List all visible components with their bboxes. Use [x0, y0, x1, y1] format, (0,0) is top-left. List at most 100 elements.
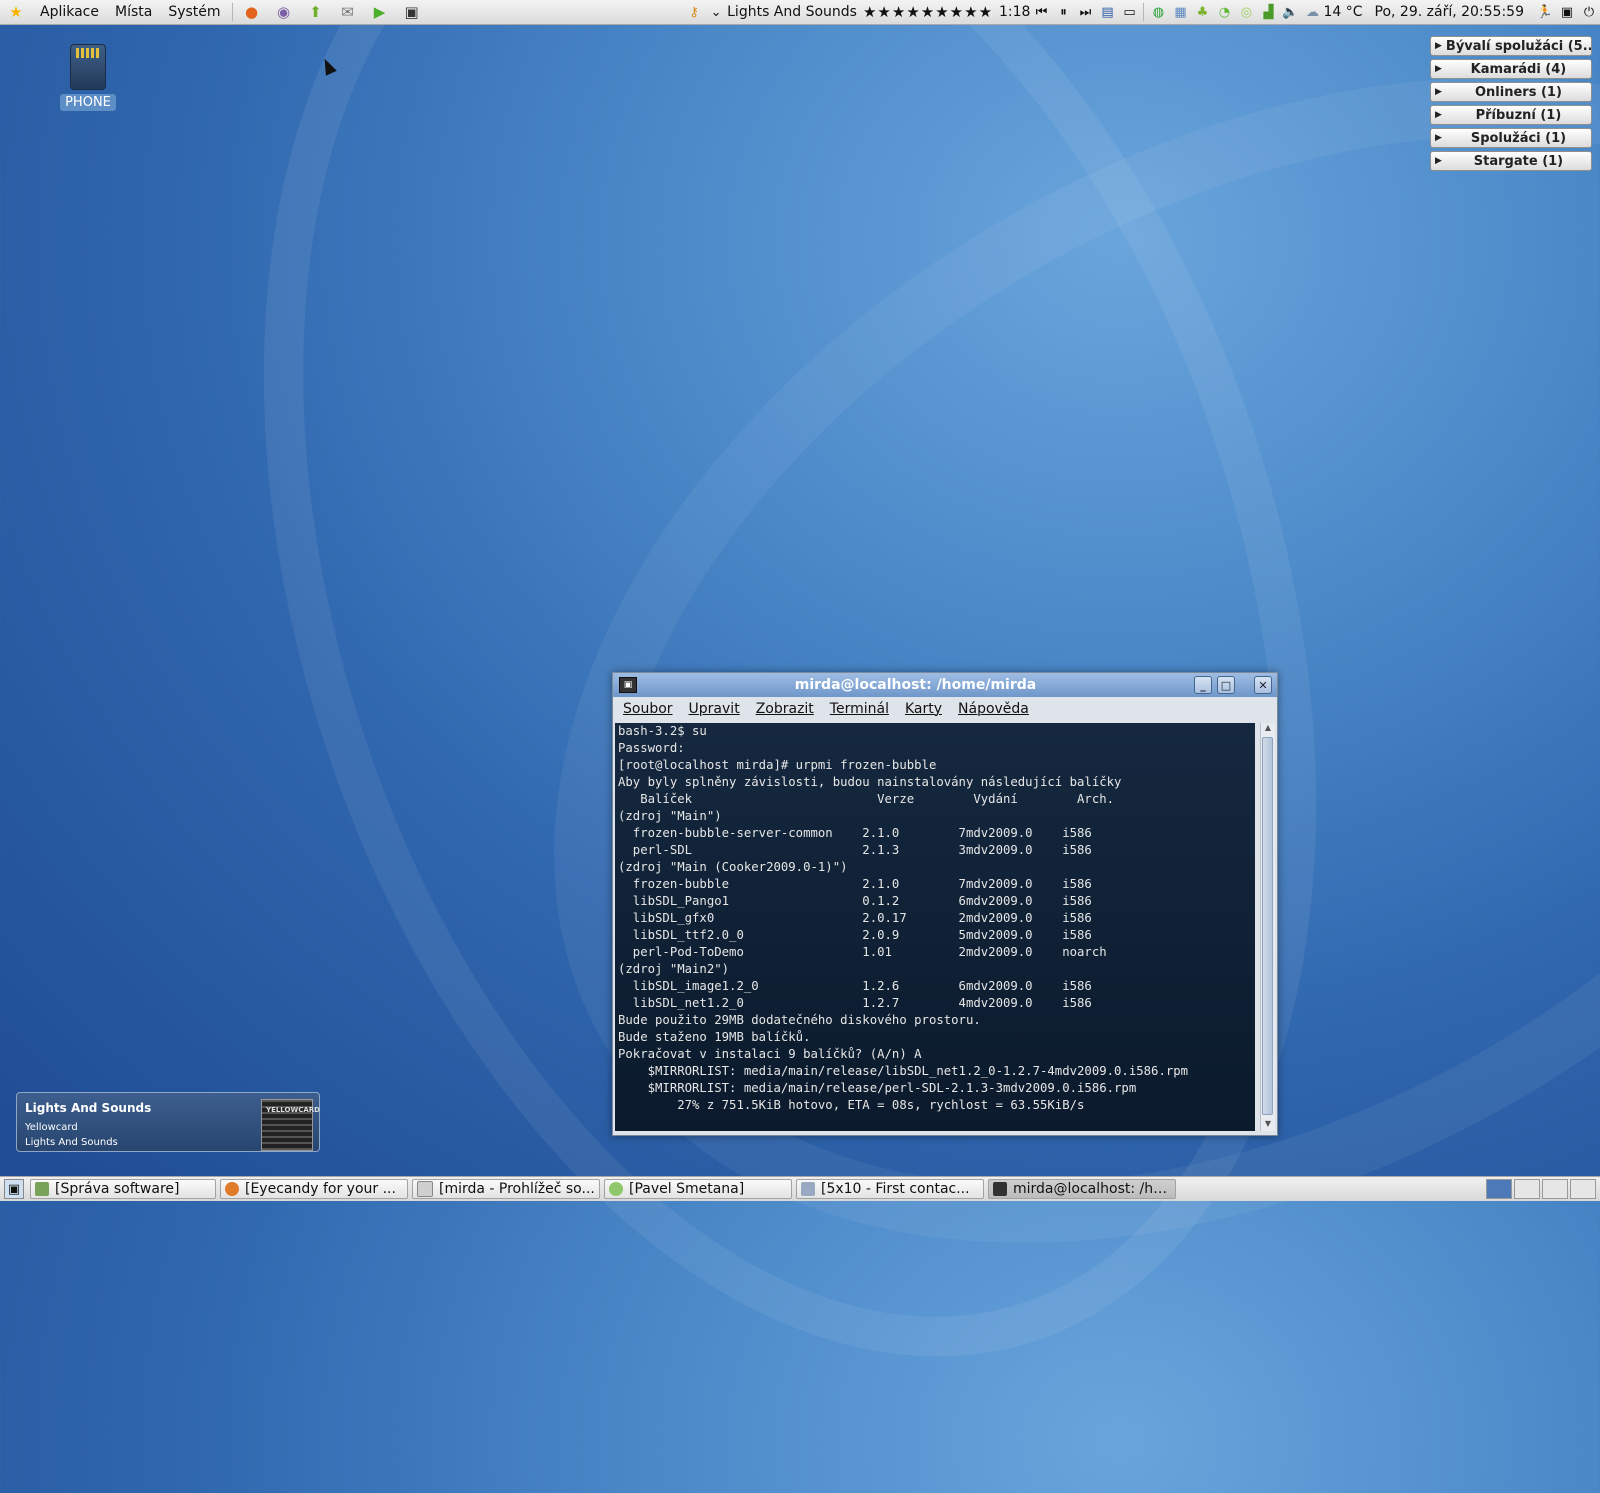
notification-title: Lights And Sounds [25, 1101, 152, 1115]
menu-soubor[interactable]: Soubor [615, 701, 681, 717]
top-panel: ★ Aplikace Místa Systém ● ◉ ⬆ ✉ ▶ ▣ ⚷ ⌄ … [0, 0, 1600, 25]
task-chat[interactable]: [Pavel Smetana] [604, 1179, 792, 1199]
terminal-line: $MIRRORLIST: media/main/release/libSDL_n… [618, 1064, 1189, 1078]
group-onliners[interactable]: ▶ Onliners (1) [1430, 82, 1592, 102]
menu-karty[interactable]: Karty [897, 701, 950, 717]
chat-icon [609, 1182, 623, 1196]
group-kamaradi[interactable]: ▶ Kamarádi (4) [1430, 59, 1592, 79]
file-manager-icon [417, 1181, 433, 1197]
terminal-line: (zdroj "Main (Cooker2009.0-1)") [618, 860, 848, 874]
task-terminal[interactable]: mirda@localhost: /ho... [988, 1179, 1176, 1199]
chat-status-icon[interactable]: ◔ [1215, 3, 1233, 21]
notification-album: Lights And Sounds [25, 1137, 118, 1148]
expander-icon: ▶ [1435, 64, 1442, 74]
status-icon[interactable]: ◎ [1237, 3, 1255, 21]
media-play-icon[interactable]: ▶ [369, 2, 391, 22]
window-icon[interactable]: ▭ [1120, 3, 1138, 21]
group-pribuzni[interactable]: ▶ Příbuzní (1) [1430, 105, 1592, 125]
desktop-icon-phone[interactable]: PHONE [58, 44, 118, 111]
show-desktop-icon[interactable]: ▣ [4, 1179, 24, 1199]
notes-icon[interactable]: ▤ [1098, 3, 1116, 21]
expander-icon: ▶ [1435, 41, 1442, 51]
menu-upravit[interactable]: Upravit [681, 701, 748, 717]
terminal-icon[interactable]: ▣ [401, 2, 423, 22]
rating-stars[interactable]: ★★★★★★★★★ [863, 3, 993, 21]
task-eyecandy[interactable]: [Eyecandy for your ... [220, 1179, 408, 1199]
scrollbar-thumb[interactable] [1262, 737, 1273, 1115]
menu-aplikace[interactable]: Aplikace [32, 4, 107, 20]
terminal-line: [root@localhost mirda]# urpmi frozen-bub… [618, 758, 937, 772]
terminal-line: (zdroj "Main2") [618, 962, 730, 976]
desktop-icon-label: PHONE [60, 94, 116, 111]
terminal-line: perl-Pod-ToDemo 1.01 2mdv2009.0 noarch [618, 945, 1107, 959]
group-stargate[interactable]: ▶ Stargate (1) [1430, 151, 1592, 171]
menu-napoveda[interactable]: Nápověda [950, 701, 1037, 717]
clock[interactable]: Po, 29. září, 20:55:59 [1375, 4, 1524, 20]
chevron-down-icon[interactable]: ⌄ [707, 3, 725, 21]
menu-terminal[interactable]: Terminál [822, 701, 897, 717]
terminal-line: bash-3.2$ su [618, 724, 707, 738]
task-sprava-software[interactable]: [Správa software] [30, 1179, 216, 1199]
signal-icon[interactable]: ▟ [1259, 3, 1277, 21]
firefox-icon [225, 1182, 239, 1196]
terminal-line: Balíček Verze Vydání Arch. [618, 792, 1115, 806]
updates-tray-icon[interactable]: ♣ [1193, 3, 1211, 21]
now-playing-notification[interactable]: Lights And Sounds Yellowcard Lights And … [16, 1092, 320, 1152]
task-video[interactable]: [5x10 - First contac... [796, 1179, 984, 1199]
network-globe-icon[interactable]: ◍ [1149, 3, 1167, 21]
pidgin-icon[interactable]: ◉ [273, 2, 295, 22]
main-menu-star-icon[interactable]: ★ [5, 2, 27, 22]
workspace-4[interactable] [1570, 1179, 1596, 1199]
screen-icon[interactable]: ▦ [1171, 3, 1189, 21]
menu-mista[interactable]: Místa [107, 4, 160, 20]
terminal-line: libSDL_net1.2_0 1.2.7 4mdv2009.0 i586 [618, 996, 1092, 1010]
minimize-button[interactable]: _ [1194, 676, 1212, 694]
player-key-icon[interactable]: ⚷ [685, 3, 703, 21]
album-cover-text: YELLOWCARD [266, 1106, 320, 1114]
terminal-line: Bude použito 29MB dodatečného diskového … [618, 1013, 981, 1027]
terminal-titlebar[interactable]: ▣ mirda@localhost: /home/mirda _ □ ✕ [613, 673, 1277, 697]
menu-system[interactable]: Systém [160, 4, 228, 20]
group-spoluzaci[interactable]: ▶ Spolužáci (1) [1430, 128, 1592, 148]
sd-card-icon [70, 44, 106, 90]
next-track-icon[interactable]: ⏭ [1076, 3, 1094, 21]
terminal-line: (zdroj "Main") [618, 809, 722, 823]
panel-separator [231, 3, 233, 21]
task-file-browser[interactable]: [mirda - Prohlížeč so... [412, 1179, 600, 1199]
terminal-line: frozen-bubble 2.1.0 7mdv2009.0 i586 [618, 877, 1092, 891]
scroll-up-icon[interactable]: ▲ [1261, 723, 1275, 735]
weather-cloud-icon: ☁ [1305, 4, 1319, 20]
terminal-app-icon[interactable]: ▣ [619, 677, 637, 693]
terminal-menubar: Soubor Upravit Zobrazit Terminál Karty N… [613, 697, 1277, 721]
expander-icon: ▶ [1435, 133, 1442, 143]
update-icon[interactable]: ⬆ [305, 2, 327, 22]
mail-icon[interactable]: ✉ [337, 2, 359, 22]
workspace-1[interactable] [1486, 1179, 1512, 1199]
scroll-down-icon[interactable]: ▼ [1261, 1119, 1275, 1131]
workspace-2[interactable] [1514, 1179, 1540, 1199]
contact-groups: ▶ Bývalí spolužáci (5... ▶ Kamarádi (4) ▶ O… [1430, 36, 1592, 174]
terminal-output[interactable]: bash-3.2$ su Password: [root@localhost m… [615, 723, 1255, 1131]
power-icon[interactable]: ⏻ [1580, 3, 1598, 21]
maximize-button[interactable]: □ [1217, 676, 1235, 694]
terminal-line: libSDL_ttf2.0_0 2.0.9 5mdv2009.0 i586 [618, 928, 1092, 942]
previous-track-icon[interactable]: ⏮ [1032, 3, 1050, 21]
terminal-line: Pokračovat v instalaci 9 balíčků? (A/n) … [618, 1047, 922, 1061]
terminal-line: Password: [618, 741, 685, 755]
group-byvali-spoluzaci[interactable]: ▶ Bývalí spolužáci (5... [1430, 36, 1592, 56]
lock-screen-icon[interactable]: ▣ [1558, 3, 1576, 21]
menu-zobrazit[interactable]: Zobrazit [748, 701, 822, 717]
run-icon[interactable]: 🏃 [1536, 3, 1554, 21]
volume-icon[interactable]: 🔈 [1281, 3, 1299, 21]
workspace-3[interactable] [1542, 1179, 1568, 1199]
panel-separator [1143, 3, 1145, 21]
weather-temperature[interactable]: 14 °C [1323, 4, 1362, 20]
terminal-line: libSDL_image1.2_0 1.2.6 6mdv2009.0 i586 [618, 979, 1092, 993]
terminal-line: perl-SDL 2.1.3 3mdv2009.0 i586 [618, 843, 1092, 857]
album-cover: YELLOWCARD [261, 1099, 320, 1151]
video-player-icon [801, 1182, 815, 1196]
terminal-scrollbar[interactable]: ▲ ▼ [1260, 723, 1275, 1131]
firefox-icon[interactable]: ● [241, 2, 263, 22]
pause-icon[interactable]: ⏸ [1054, 3, 1072, 21]
close-button[interactable]: ✕ [1254, 676, 1272, 694]
